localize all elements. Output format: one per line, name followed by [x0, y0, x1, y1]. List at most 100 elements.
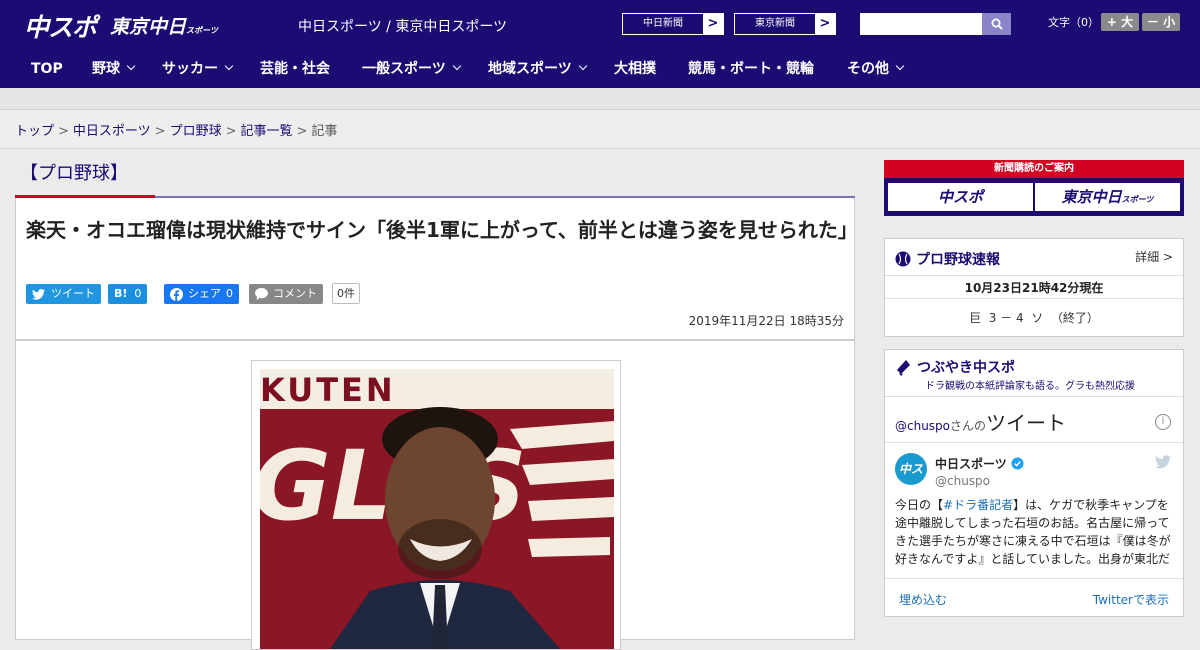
chevron-down-icon [895, 61, 905, 71]
hatena-bookmark-button[interactable]: B! 0 [108, 284, 148, 304]
category-heading: 【プロ野球】 [20, 163, 128, 184]
view-on-twitter-link[interactable]: Twitterで表示 [1093, 591, 1169, 608]
photo-backdrop-text: KUTEN [260, 371, 396, 409]
megaphone-icon [897, 360, 910, 376]
subscription-banner[interactable]: 新聞購読のご案内 中スポ 東京中日スポーツ [884, 160, 1184, 216]
embed-link[interactable]: 埋め込む [899, 591, 947, 608]
nav-item-other[interactable]: その他 [847, 48, 905, 88]
article-photo[interactable]: KUTEN GLES [260, 369, 614, 649]
nav-label: 野球 [92, 61, 120, 77]
nav-item-top[interactable]: TOP [31, 48, 63, 88]
tweet-text: 今日の【#ドラ番記者】は、ケガで秋季キャンプを途中離脱してしまった石垣のお話。名… [895, 496, 1175, 568]
banner-tokyo-main: 東京中日 [1061, 188, 1122, 206]
nav-item-racing[interactable]: 競馬・ボート・競輪 [688, 48, 814, 88]
tweet-author-name[interactable]: 中日スポーツ [935, 455, 1024, 472]
font-larger-button[interactable]: + 大 [1101, 13, 1139, 31]
twitter-timeline: @chuspoさんのツイート i 中スポ 中日スポーツ @chuspo 今日の【… [885, 396, 1183, 616]
article-date: 2019年11月22日 18時35分 [688, 314, 844, 328]
tweet-text-pre: 今日の【 [895, 498, 944, 512]
divider [885, 442, 1183, 443]
font-smaller-button[interactable]: － 小 [1142, 13, 1180, 31]
font-size-label: 文字（0） [1048, 16, 1099, 29]
scoreboard-detail-link[interactable]: 詳細 > [1135, 248, 1173, 265]
chunichi-shimbun-link[interactable]: 中日新聞 > [622, 13, 724, 35]
nav-item-local-sports[interactable]: 地域スポーツ [488, 48, 587, 88]
verified-badge-icon [1011, 457, 1024, 470]
chevron-down-icon [578, 61, 587, 71]
tsubuyaki-subtitle: ドラ観戦の本紙評論家も語る。グラも熱烈応援 [925, 381, 1135, 392]
timeline-heading: ツイート [986, 411, 1067, 435]
scoreboard-timestamp: 10月23日21時42分現在 [885, 275, 1183, 299]
twitter-bird-icon[interactable] [1155, 455, 1171, 469]
chevron-down-icon [126, 61, 136, 71]
baseball-scoreboard: プロ野球速報 詳細 > 10月23日21時42分現在 巨 3 － 4 ソ （終了… [884, 238, 1184, 337]
nav-item-entertainment[interactable]: 芸能・社会 [260, 48, 330, 88]
timeline-header: @chuspoさんのツイート [895, 407, 1066, 436]
main-nav: TOP 野球 サッカー 芸能・社会 一般スポーツ 地域スポーツ 大相撲 競馬・ボ… [0, 48, 1200, 88]
tokyo-logo-small: スポーツ [186, 26, 218, 35]
tsubuyaki-title: つぶやき中スポ [895, 357, 1015, 377]
paper-link-label: 東京新聞 [755, 18, 795, 29]
nav-label: 大相撲 [614, 61, 656, 77]
tweet-label: ツイート [51, 287, 95, 300]
sub-nav-bar [0, 88, 1200, 110]
breadcrumb-top[interactable]: トップ [15, 124, 54, 139]
scoreboard-title: プロ野球速報 [895, 249, 1000, 269]
nav-item-soccer[interactable]: サッカー [162, 48, 234, 88]
chuspo-logo[interactable]: 中スポ [24, 8, 97, 44]
banner-chuspo-logo[interactable]: 中スポ [888, 183, 1033, 211]
facebook-share-label: シェア [188, 287, 221, 300]
breadcrumb-chunichi-sports[interactable]: 中日スポーツ [73, 124, 151, 139]
nav-item-sumo[interactable]: 大相撲 [614, 48, 656, 88]
nav-item-general-sports[interactable]: 一般スポーツ [362, 48, 461, 88]
breadcrumb-separator: > [154, 124, 166, 139]
scoreboard-title-label: プロ野球速報 [916, 252, 1000, 268]
nav-label: 芸能・社会 [260, 61, 330, 77]
breadcrumb-separator: > [58, 124, 69, 139]
breadcrumb-pro-baseball[interactable]: プロ野球 [170, 124, 222, 139]
facebook-share-button[interactable]: シェア 0 [164, 284, 239, 304]
nav-label: 競馬・ボート・競輪 [688, 61, 814, 77]
comment-label: コメント [273, 287, 317, 300]
tsubuyaki-widget: つぶやき中スポ ドラ観戦の本紙評論家も語る。グラも熱烈応援 @chuspoさんの… [884, 349, 1184, 617]
nav-label: TOP [31, 61, 63, 77]
article-body: KUTEN GLES [15, 340, 855, 650]
tokyo-chunichi-logo[interactable]: 東京中日スポーツ [110, 12, 218, 39]
comment-button[interactable]: コメント [249, 284, 323, 304]
banner-tokyo-chunichi-logo[interactable]: 東京中日スポーツ [1035, 183, 1180, 211]
nav-label: 地域スポーツ [488, 61, 572, 77]
timeline-footer: 埋め込む Twitterで表示 [885, 578, 1183, 616]
player-photo-illustration: KUTEN GLES [260, 369, 614, 649]
timeline-handle-link[interactable]: @chuspo [895, 419, 950, 433]
nav-label: 一般スポーツ [362, 61, 446, 77]
info-icon[interactable]: i [1155, 414, 1171, 430]
tsubuyaki-title-label: つぶやき中スポ [917, 360, 1015, 376]
tweet-author-handle[interactable]: @chuspo [935, 474, 990, 488]
breadcrumb-separator: > [225, 124, 237, 139]
avatar[interactable]: 中スポ [895, 453, 927, 508]
search-button[interactable] [982, 13, 1011, 35]
chevron-right-icon: > [703, 14, 723, 34]
hatena-icon: B! [114, 287, 128, 300]
tweet-hashtag-link[interactable]: #ドラ番記者 [943, 498, 1013, 512]
nav-label: サッカー [162, 61, 218, 77]
tweet-author-label: 中日スポーツ [935, 457, 1007, 471]
facebook-icon [170, 287, 183, 301]
breadcrumb-article-list[interactable]: 記事一覧 [241, 124, 293, 139]
nav-item-baseball[interactable]: 野球 [92, 48, 136, 88]
search-input[interactable] [860, 13, 982, 35]
timeline-san: さんの [950, 419, 987, 433]
game-score-line[interactable]: 巨 3 － 4 ソ （終了） [885, 309, 1183, 326]
breadcrumb: トップ > 中日スポーツ > プロ野球 > 記事一覧 > 記事 [0, 110, 1200, 149]
article-header: 楽天・オコエ瑠偉は現状維持でサイン「後半1軍に上がって、前半とは違う姿を見せられ… [15, 198, 858, 340]
hatena-count: 0 [134, 287, 142, 300]
banner-tokyo-small: スポーツ [1121, 195, 1154, 204]
facebook-share-count: 0 [226, 287, 233, 300]
twitter-bird-icon [32, 288, 45, 300]
tokyo-shimbun-link[interactable]: 東京新聞 > [734, 13, 836, 35]
speech-bubble-icon [255, 288, 268, 300]
tweet-button[interactable]: ツイート [26, 284, 101, 304]
chevron-down-icon [224, 61, 234, 71]
paper-link-label: 中日新聞 [643, 18, 683, 29]
chevron-down-icon [452, 61, 461, 71]
